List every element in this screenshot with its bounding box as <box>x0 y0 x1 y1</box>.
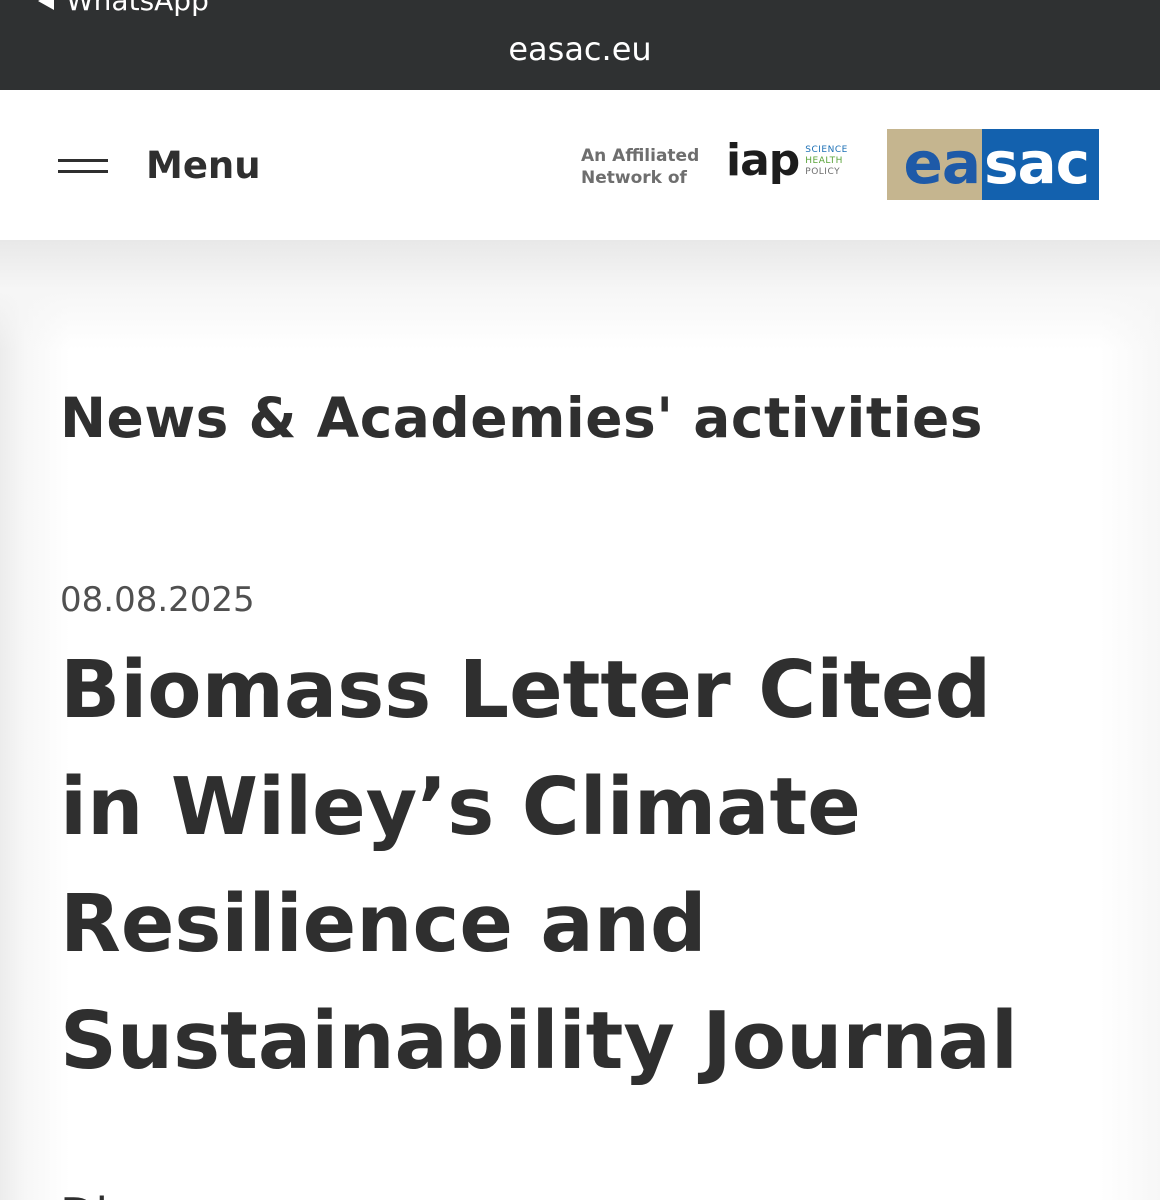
header-shadow <box>0 240 1160 350</box>
affiliation-text: An Affiliated Network of <box>581 145 699 189</box>
easac-logo[interactable]: ea sac <box>887 129 1099 200</box>
iap-tag-health: HEALTH <box>805 155 843 166</box>
menu-label[interactable]: Menu <box>146 144 261 187</box>
section-title: News & Academies' activities <box>60 386 984 450</box>
iap-tag-policy: POLICY <box>805 166 841 177</box>
iap-logo[interactable]: iap SCIENCE HEALTH POLICY <box>726 136 848 186</box>
iap-logo-tags: SCIENCE HEALTH POLICY <box>805 145 848 178</box>
article-title: Biomass Letter Cited in Wiley’s Climate … <box>60 644 1018 1087</box>
site-header: Menu An Affiliated Network of iap SCIENC… <box>0 90 1160 240</box>
back-to-whatsapp-link[interactable]: WhatsApp <box>38 0 209 18</box>
affiliation-line-2: Network of <box>581 168 687 188</box>
iap-tag-science: SCIENCE <box>805 144 848 155</box>
iap-logo-word: iap <box>726 135 800 186</box>
affiliation-line-1: An Affiliated <box>581 146 700 166</box>
main-content: News & Academies' activities 08.08.2025 … <box>0 240 1160 1200</box>
browser-bar: WhatsApp easac.eu <box>0 0 1160 90</box>
easac-logo-sac: sac <box>982 129 1099 200</box>
article-teaser: Di <box>60 1185 1120 1200</box>
back-link-label[interactable]: WhatsApp <box>66 0 209 18</box>
hamburger-icon[interactable] <box>58 155 108 175</box>
post-date: 08.08.2025 <box>60 580 255 620</box>
menu-button[interactable]: Menu <box>58 130 261 200</box>
url-display[interactable]: easac.eu <box>0 29 1160 69</box>
easac-logo-ea: ea <box>887 129 982 200</box>
back-arrow-icon[interactable] <box>38 0 54 10</box>
